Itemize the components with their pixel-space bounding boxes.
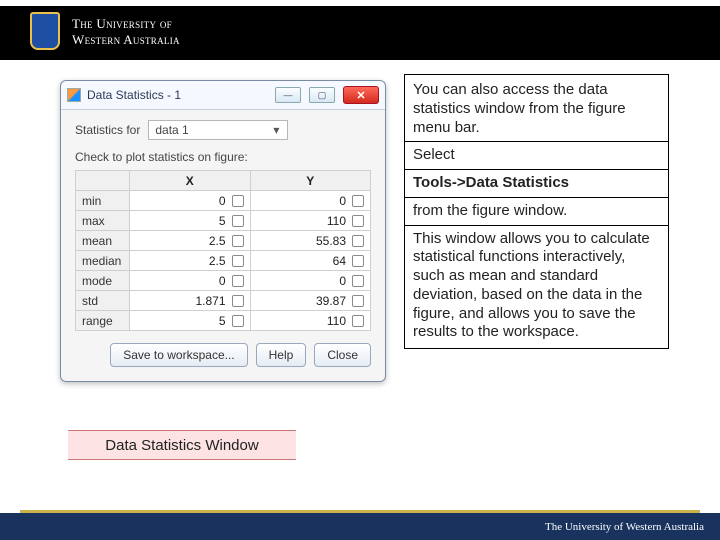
footer: The University of Western Australia — [0, 510, 720, 540]
plot-x-checkbox[interactable] — [232, 275, 244, 287]
window-button-row: Save to workspace... Help Close — [75, 343, 371, 367]
stat-y-cell: 110 — [250, 211, 371, 231]
data-statistics-window: Data Statistics - 1 — ▢ ✕ Statistics for… — [60, 80, 386, 382]
plot-y-checkbox[interactable] — [352, 315, 364, 327]
stats-for-row: Statistics for data 1 ▾ — [75, 120, 371, 140]
stat-y-value: 0 — [339, 274, 346, 288]
stat-x-cell: 0 — [130, 271, 251, 291]
explanation-p5: This window allows you to calculate stat… — [413, 230, 660, 343]
stat-x-cell: 2.5 — [130, 231, 251, 251]
series-selected-value: data 1 — [155, 123, 188, 137]
window-title: Data Statistics - 1 — [87, 88, 267, 102]
plot-stats-subcaption: Check to plot statistics on figure: — [75, 150, 371, 164]
window-body: Statistics for data 1 ▾ Check to plot st… — [61, 109, 385, 381]
table-row: min 0 0 — [76, 191, 371, 211]
plot-y-checkbox[interactable] — [352, 215, 364, 227]
stats-table: X Y min00max5110mean2.555.83median2.564m… — [75, 170, 371, 331]
stat-x-value: 5 — [219, 314, 226, 328]
col-header-x: X — [130, 171, 251, 191]
stat-x-value: 2.5 — [209, 234, 226, 248]
window-titlebar: Data Statistics - 1 — ▢ ✕ — [61, 81, 385, 109]
figure-caption: Data Statistics Window — [68, 430, 296, 460]
table-corner — [76, 171, 130, 191]
stat-y-cell: 0 — [250, 191, 371, 211]
slide-body: Data Statistics - 1 — ▢ ✕ Statistics for… — [0, 60, 720, 510]
stat-x-cell: 1.871 — [130, 291, 251, 311]
matlab-app-icon — [67, 88, 81, 102]
university-name: The University of Western Australia — [72, 16, 180, 48]
stat-y-value: 64 — [333, 254, 346, 268]
plot-x-checkbox[interactable] — [232, 255, 244, 267]
stat-x-value: 0 — [219, 194, 226, 208]
table-row: max 5 110 — [76, 211, 371, 231]
stat-x-value: 0 — [219, 274, 226, 288]
stat-y-value: 55.83 — [316, 234, 346, 248]
col-header-y: Y — [250, 171, 371, 191]
table-row: mode 0 0 — [76, 271, 371, 291]
footer-bar: The University of Western Australia — [0, 513, 720, 540]
series-select[interactable]: data 1 ▾ — [148, 120, 288, 140]
stat-y-value: 110 — [327, 314, 346, 328]
table-row: mean 2.5 55.83 — [76, 231, 371, 251]
stat-y-value: 110 — [327, 214, 346, 228]
save-to-workspace-button[interactable]: Save to workspace... — [110, 343, 247, 367]
stats-for-label: Statistics for — [75, 123, 140, 137]
close-window-button[interactable]: ✕ — [343, 86, 379, 104]
stat-name: range — [76, 311, 130, 331]
stat-name: max — [76, 211, 130, 231]
stat-name: mean — [76, 231, 130, 251]
help-button[interactable]: Help — [256, 343, 307, 367]
plot-x-checkbox[interactable] — [232, 315, 244, 327]
explanation-p2: Select — [413, 146, 660, 165]
explanation-p4: from the figure window. — [413, 202, 660, 221]
stat-x-value: 5 — [219, 214, 226, 228]
table-row: median 2.5 64 — [76, 251, 371, 271]
explanation-p1: You can also access the data statistics … — [413, 81, 660, 137]
stat-y-cell: 55.83 — [250, 231, 371, 251]
plot-x-checkbox[interactable] — [232, 215, 244, 227]
explanation-p3: Tools->Data Statistics — [413, 174, 660, 193]
plot-x-checkbox[interactable] — [232, 195, 244, 207]
header-band: The University of Western Australia — [0, 0, 720, 60]
stat-y-cell: 39.87 — [250, 291, 371, 311]
explanation-textbox: You can also access the data statistics … — [404, 74, 669, 349]
stat-x-cell: 0 — [130, 191, 251, 211]
stat-x-cell: 5 — [130, 211, 251, 231]
close-button[interactable]: Close — [314, 343, 371, 367]
university-line2: Western Australia — [72, 32, 180, 47]
stat-x-cell: 5 — [130, 311, 251, 331]
stat-x-value: 1.871 — [195, 294, 225, 308]
minimize-button[interactable]: — — [275, 87, 301, 103]
stat-y-cell: 64 — [250, 251, 371, 271]
plot-y-checkbox[interactable] — [352, 275, 364, 287]
stat-name: min — [76, 191, 130, 211]
stat-y-cell: 0 — [250, 271, 371, 291]
plot-y-checkbox[interactable] — [352, 295, 364, 307]
stat-name: std — [76, 291, 130, 311]
university-line1: The University of — [72, 16, 172, 31]
plot-y-checkbox[interactable] — [352, 235, 364, 247]
uwa-crest-icon — [30, 12, 60, 50]
stat-y-value: 0 — [339, 194, 346, 208]
chevron-down-icon: ▾ — [269, 123, 283, 137]
plot-y-checkbox[interactable] — [352, 195, 364, 207]
table-row: std 1.871 39.87 — [76, 291, 371, 311]
stat-name: median — [76, 251, 130, 271]
footer-text: The University of Western Australia — [545, 521, 704, 533]
stat-x-value: 2.5 — [209, 254, 226, 268]
plot-y-checkbox[interactable] — [352, 255, 364, 267]
plot-x-checkbox[interactable] — [232, 235, 244, 247]
stat-y-value: 39.87 — [316, 294, 346, 308]
stat-x-cell: 2.5 — [130, 251, 251, 271]
maximize-button[interactable]: ▢ — [309, 87, 335, 103]
table-row: range 5 110 — [76, 311, 371, 331]
stat-name: mode — [76, 271, 130, 291]
plot-x-checkbox[interactable] — [232, 295, 244, 307]
stat-y-cell: 110 — [250, 311, 371, 331]
